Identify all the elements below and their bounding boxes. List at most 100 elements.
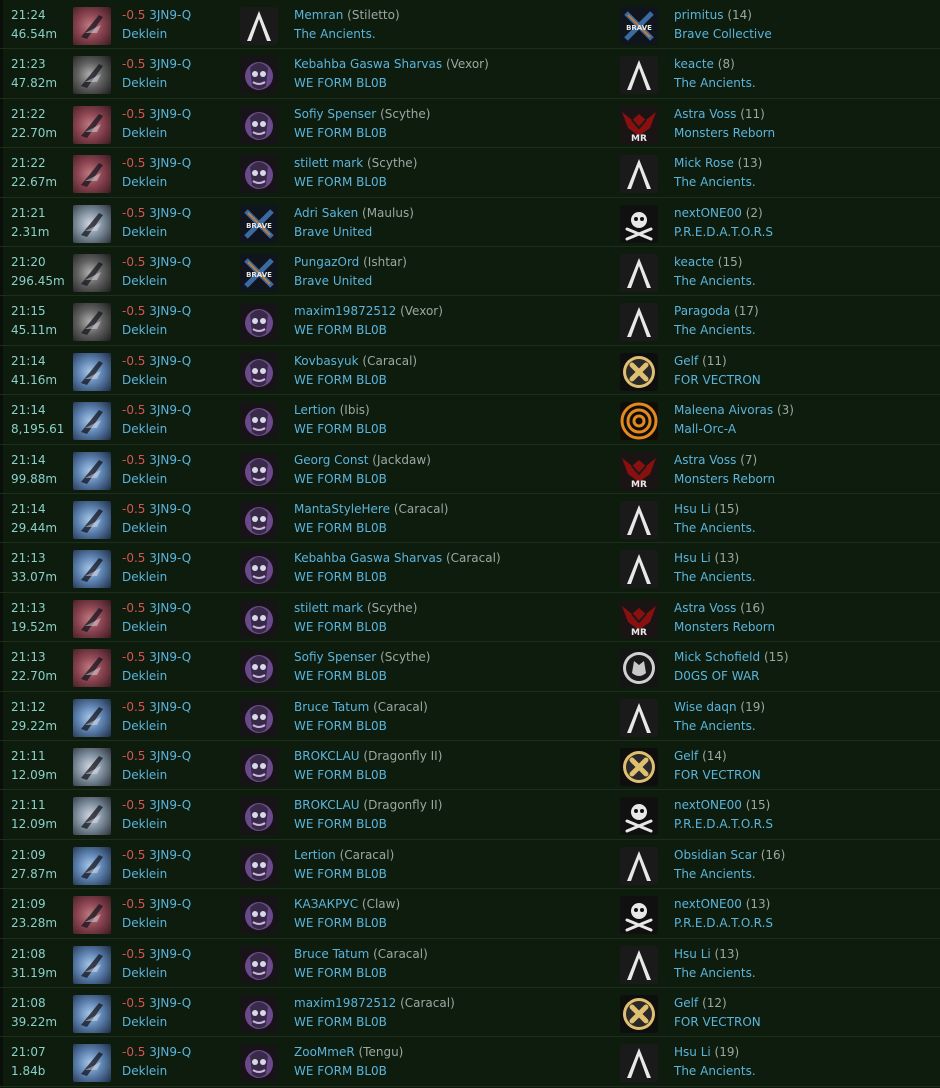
victim-pilot-link[interactable]: stilett mark (294, 601, 363, 615)
victim-corp-logo-icon[interactable] (240, 303, 278, 341)
victim-pilot-link[interactable]: BROKCLAU (294, 749, 360, 763)
attacker-corp-logo-icon[interactable] (620, 946, 658, 984)
victim-corp-link[interactable]: WE FORM BL0B (294, 1062, 387, 1081)
victim-corp-link[interactable]: WE FORM BL0B (294, 470, 387, 489)
victim-corp-logo-icon[interactable] (240, 402, 278, 440)
victim-pilot-link[interactable]: Kovbasyuk (294, 354, 359, 368)
attacker-pilot-link[interactable]: Obsidian Scar (674, 848, 757, 862)
victim-pilot-link[interactable]: maxim19872512 (294, 996, 396, 1010)
attacker-pilot-link[interactable]: Mick Rose (674, 156, 734, 170)
attacker-corp-link[interactable]: Monsters Reborn (674, 124, 775, 143)
victim-corp-link[interactable]: WE FORM BL0B (294, 717, 387, 736)
attacker-pilot-link[interactable]: nextONE00 (674, 206, 742, 220)
attacker-pilot-link[interactable]: Astra Voss (674, 107, 736, 121)
ship-icon[interactable] (73, 56, 111, 94)
region-link[interactable]: Deklein (122, 914, 167, 933)
attacker-corp-link[interactable]: The Ancients. (674, 1062, 756, 1081)
region-link[interactable]: Deklein (122, 420, 167, 439)
kill-row[interactable]: 21:14 29.44m -0.5 3JN9-Q Deklein MantaStyleH… (0, 494, 940, 543)
attacker-corp-logo-icon[interactable]: BRAVE (620, 7, 658, 45)
attacker-pilot-link[interactable]: Hsu Li (674, 551, 711, 565)
victim-corp-link[interactable]: WE FORM BL0B (294, 914, 387, 933)
victim-corp-link[interactable]: WE FORM BL0B (294, 321, 387, 340)
attacker-pilot-link[interactable]: Astra Voss (674, 453, 736, 467)
system-link[interactable]: 3JN9-Q (149, 304, 191, 318)
region-link[interactable]: Deklein (122, 173, 167, 192)
victim-corp-link[interactable]: WE FORM BL0B (294, 1013, 387, 1032)
region-link[interactable]: Deklein (122, 519, 167, 538)
victim-corp-logo-icon[interactable] (240, 995, 278, 1033)
victim-corp-logo-icon[interactable] (240, 56, 278, 94)
attacker-corp-logo-icon[interactable] (620, 501, 658, 539)
ship-icon[interactable] (73, 353, 111, 391)
attacker-pilot-link[interactable]: Hsu Li (674, 502, 711, 516)
attacker-pilot-link[interactable]: Hsu Li (674, 1045, 711, 1059)
system-link[interactable]: 3JN9-Q (149, 798, 191, 812)
kill-row[interactable]: 21:15 45.11m -0.5 3JN9-Q Deklein maxim198725… (0, 296, 940, 346)
system-link[interactable]: 3JN9-Q (149, 551, 191, 565)
attacker-corp-logo-icon[interactable] (620, 896, 658, 934)
kill-row[interactable]: 21:21 2.31m -0.5 3JN9-Q Deklein BRAVE Adri Sa… (0, 198, 940, 247)
kill-row[interactable]: 21:24 46.54m -0.5 3JN9-Q Deklein Memran (Sti… (0, 0, 940, 49)
attacker-corp-link[interactable]: D0GS OF WAR (674, 667, 760, 686)
ship-icon[interactable] (73, 452, 111, 490)
kill-row[interactable]: 21:07 1.84b -0.5 3JN9-Q Deklein ZooMmeR (Ten… (0, 1037, 940, 1087)
attacker-pilot-link[interactable]: Maleena Aivoras (674, 403, 773, 417)
kill-row[interactable]: 21:14 99.88m -0.5 3JN9-Q Deklein Georg Const… (0, 445, 940, 494)
victim-pilot-link[interactable]: PungazOrd (294, 255, 359, 269)
victim-corp-link[interactable]: WE FORM BL0B (294, 618, 387, 637)
region-link[interactable]: Deklein (122, 124, 167, 143)
attacker-pilot-link[interactable]: nextONE00 (674, 897, 742, 911)
victim-corp-link[interactable]: WE FORM BL0B (294, 74, 387, 93)
region-link[interactable]: Deklein (122, 964, 167, 983)
region-link[interactable]: Deklein (122, 815, 167, 834)
attacker-corp-logo-icon[interactable] (620, 56, 658, 94)
system-link[interactable]: 3JN9-Q (149, 57, 191, 71)
kill-row[interactable]: 21:11 12.09m -0.5 3JN9-Q Deklein BROKCLAU (D… (0, 790, 940, 840)
region-link[interactable]: Deklein (122, 25, 167, 44)
kill-row[interactable]: 21:09 27.87m -0.5 3JN9-Q Deklein Lertion (Ca… (0, 840, 940, 889)
attacker-pilot-link[interactable]: keacte (674, 255, 714, 269)
region-link[interactable]: Deklein (122, 321, 167, 340)
victim-corp-logo-icon[interactable] (240, 1044, 278, 1082)
victim-corp-logo-icon[interactable] (240, 106, 278, 144)
victim-corp-link[interactable]: WE FORM BL0B (294, 667, 387, 686)
system-link[interactable]: 3JN9-Q (149, 354, 191, 368)
attacker-corp-logo-icon[interactable] (620, 155, 658, 193)
region-link[interactable]: Deklein (122, 618, 167, 637)
victim-corp-link[interactable]: WE FORM BL0B (294, 124, 387, 143)
system-link[interactable]: 3JN9-Q (149, 700, 191, 714)
system-link[interactable]: 3JN9-Q (149, 848, 191, 862)
victim-corp-link[interactable]: WE FORM BL0B (294, 766, 387, 785)
attacker-corp-logo-icon[interactable] (620, 797, 658, 835)
attacker-corp-link[interactable]: FOR VECTRON (674, 371, 761, 390)
victim-pilot-link[interactable]: ZooMmeR (294, 1045, 355, 1059)
attacker-corp-logo-icon[interactable] (620, 1044, 658, 1082)
victim-corp-logo-icon[interactable]: BRAVE (240, 205, 278, 243)
ship-icon[interactable] (73, 155, 111, 193)
ship-icon[interactable] (73, 106, 111, 144)
victim-corp-logo-icon[interactable] (240, 649, 278, 687)
kill-row[interactable]: 21:13 33.07m -0.5 3JN9-Q Deklein Kebahba Gas… (0, 543, 940, 593)
region-link[interactable]: Deklein (122, 766, 167, 785)
ship-icon[interactable] (73, 303, 111, 341)
system-link[interactable]: 3JN9-Q (149, 996, 191, 1010)
ship-icon[interactable] (73, 600, 111, 638)
attacker-corp-logo-icon[interactable] (620, 847, 658, 885)
attacker-corp-link[interactable]: The Ancients. (674, 964, 756, 983)
kill-row[interactable]: 21:08 31.19m -0.5 3JN9-Q Deklein Bruce Tatum… (0, 939, 940, 988)
ship-icon[interactable] (73, 847, 111, 885)
attacker-corp-link[interactable]: P.R.E.D.A.T.O.R.S (674, 223, 773, 242)
system-link[interactable]: 3JN9-Q (149, 650, 191, 664)
system-link[interactable]: 3JN9-Q (149, 453, 191, 467)
ship-icon[interactable] (73, 896, 111, 934)
attacker-corp-link[interactable]: Brave Collective (674, 25, 772, 44)
attacker-corp-link[interactable]: The Ancients. (674, 321, 756, 340)
region-link[interactable]: Deklein (122, 470, 167, 489)
attacker-corp-link[interactable]: FOR VECTRON (674, 766, 761, 785)
victim-corp-link[interactable]: WE FORM BL0B (294, 173, 387, 192)
victim-corp-logo-icon[interactable] (240, 797, 278, 835)
attacker-corp-logo-icon[interactable] (620, 748, 658, 786)
system-link[interactable]: 3JN9-Q (149, 206, 191, 220)
victim-pilot-link[interactable]: maxim19872512 (294, 304, 396, 318)
